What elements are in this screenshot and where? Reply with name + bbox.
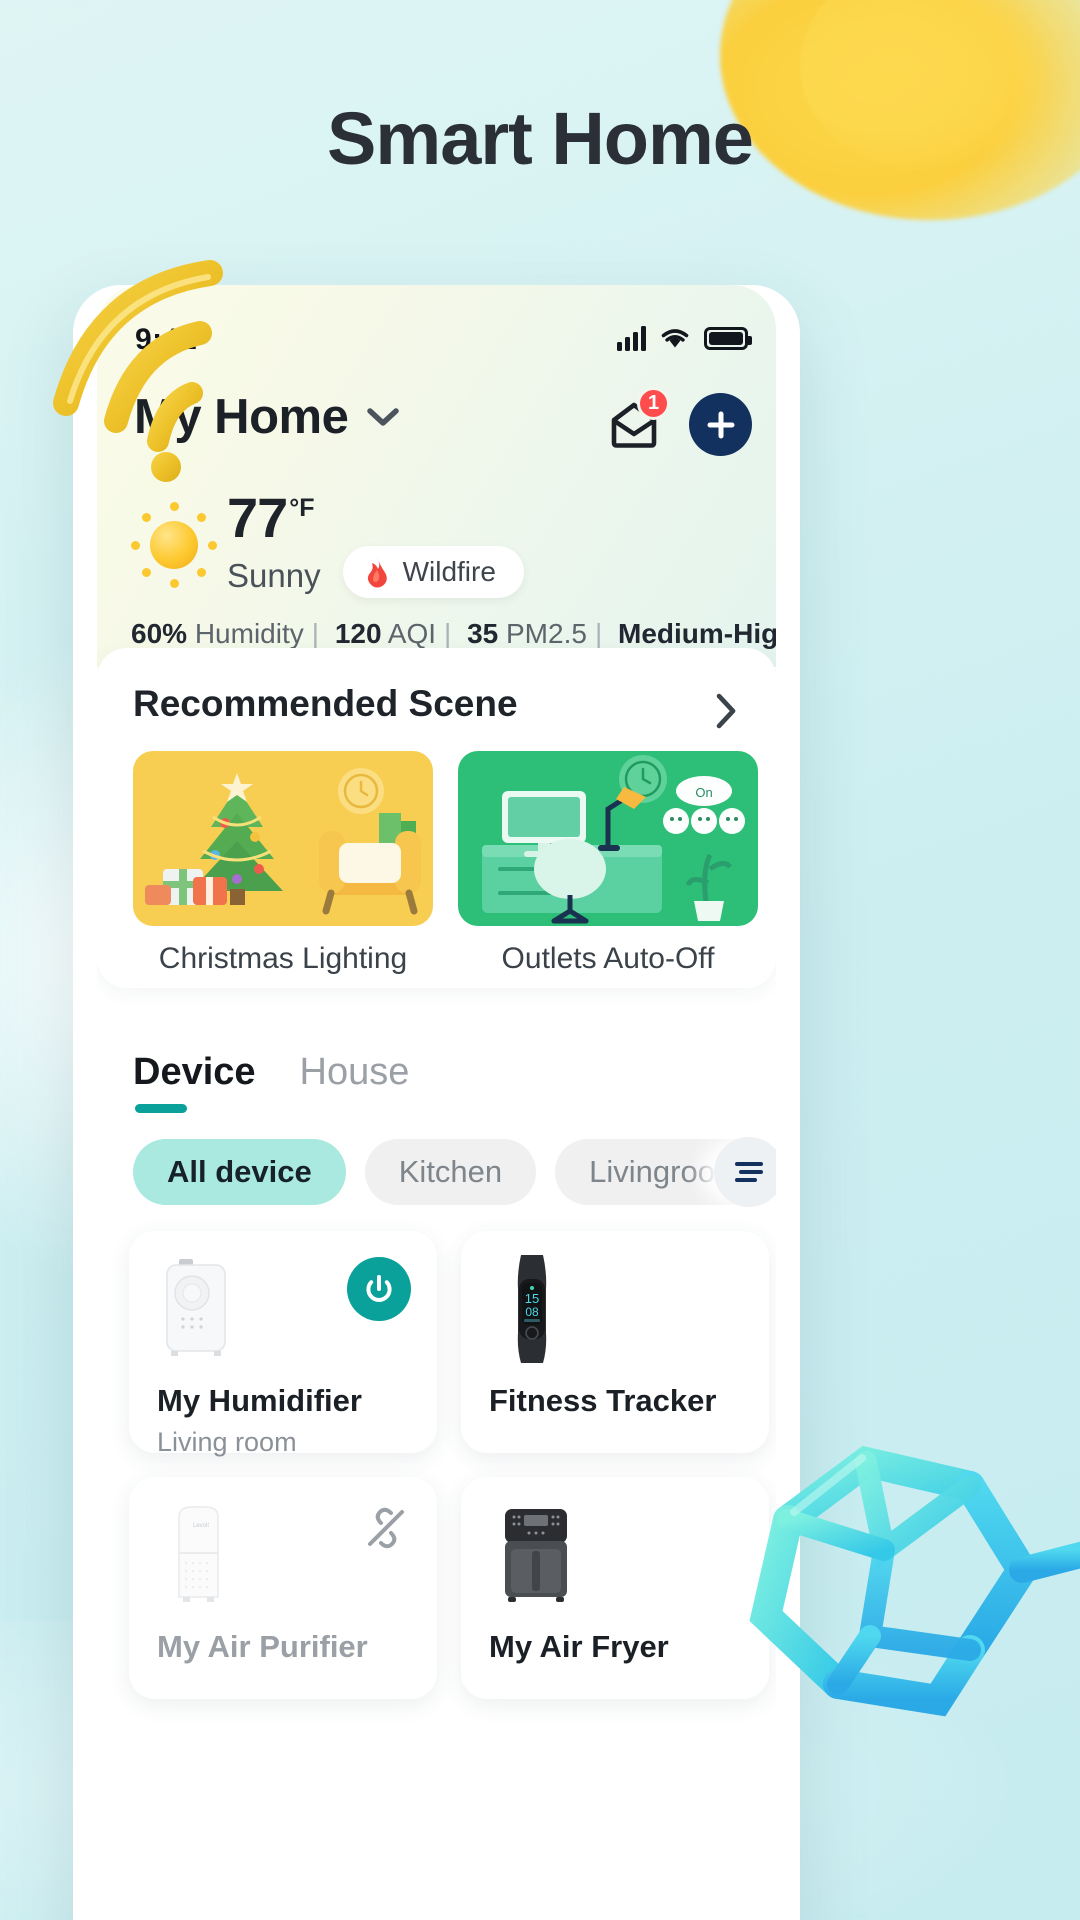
- stat-value-aqi: 120: [334, 618, 382, 649]
- link-broken-icon: [368, 1507, 404, 1549]
- chip-all-device[interactable]: All device: [133, 1139, 346, 1205]
- weather-alert-badge[interactable]: Wildfire: [342, 546, 524, 598]
- stat-value-pollen: Medium-High: [618, 618, 776, 649]
- device-card-air-purifier[interactable]: Levoit My Air Purifier: [129, 1477, 437, 1699]
- sun-icon: [131, 502, 217, 588]
- device-power-toggle[interactable]: [347, 1257, 411, 1321]
- svg-text:Levoit: Levoit: [193, 1523, 209, 1529]
- device-name: My Humidifier: [157, 1383, 362, 1418]
- device-panel: Device House All device Kitchen Livingro…: [97, 1009, 776, 1920]
- device-tabs: Device House: [133, 1051, 410, 1113]
- wifi-icon: [661, 328, 689, 347]
- status-bar: 9:41: [97, 323, 776, 363]
- device-name: My Air Fryer: [489, 1629, 669, 1664]
- svg-text:08: 08: [525, 1305, 539, 1319]
- scene-more-button[interactable]: [714, 692, 738, 735]
- air-fryer-image: [505, 1509, 567, 1602]
- scene-label-christmas: Christmas Lighting: [158, 942, 408, 975]
- cellular-signal-icon: [617, 325, 646, 351]
- device-card-humidifier[interactable]: My Humidifier Living room: [129, 1231, 437, 1457]
- air-quality-stats: 60% Humidity | 120 AQI | 35 PM2.5 | Medium-…: [131, 618, 776, 650]
- battery-full-icon: [704, 326, 752, 350]
- recommended-scene-title: Recommended Scene: [133, 683, 518, 724]
- filter-list-icon: [735, 1162, 763, 1182]
- room-filter-chips: All device Kitchen Livingroom: [133, 1139, 776, 1205]
- stat-label-humidity: Humidity: [194, 618, 304, 649]
- messages-badge: 1: [637, 386, 670, 420]
- status-icons: [617, 325, 752, 351]
- chevron-down-icon: [367, 408, 400, 426]
- home-name-label: My Home: [134, 390, 349, 444]
- phone-screen: 9:41 My Home 1 77 °F Sunny Wildfire 60% …: [97, 285, 776, 1920]
- scene-item-christmas[interactable]: Christmas Lighting: [133, 751, 433, 976]
- filter-button[interactable]: [714, 1137, 776, 1207]
- weather-main-row: 77 °F Sunny Wildfire: [131, 490, 524, 598]
- temperature-value: 77: [227, 486, 288, 549]
- app-header: My Home 1: [97, 385, 776, 475]
- header-actions: 1: [605, 386, 752, 456]
- flame-icon: [367, 557, 387, 588]
- scene-list: Christmas Lighting On Outlets Auto-Off: [133, 751, 758, 976]
- temperature-display: 77 °F: [227, 490, 524, 546]
- tab-house[interactable]: House: [300, 1051, 410, 1094]
- page-title: Smart Home: [327, 97, 754, 180]
- weather-alert-label: Wildfire: [402, 556, 496, 587]
- stat-label-aqi: AQI: [387, 618, 436, 649]
- messages-button[interactable]: 1: [605, 386, 670, 454]
- svg-text:15: 15: [525, 1291, 539, 1306]
- device-room: Living room: [157, 1427, 297, 1457]
- device-card-air-fryer[interactable]: My Air Fryer: [461, 1477, 769, 1699]
- temperature-unit: °F: [289, 494, 315, 522]
- status-time: 9:41: [135, 323, 198, 356]
- device-card-fitness-tracker[interactable]: 15 08 Fitness Tracker: [461, 1231, 769, 1453]
- stat-label-pm25: PM2.5: [506, 618, 587, 649]
- phone-mockup: 9:41 My Home 1 77 °F Sunny Wildfire 60% …: [73, 285, 800, 1920]
- add-device-button[interactable]: [689, 393, 752, 456]
- device-name: Fitness Tracker: [489, 1383, 717, 1418]
- stat-value-humidity: 60%: [131, 618, 188, 649]
- chevron-right-icon: [716, 693, 736, 729]
- device-name: My Air Purifier: [157, 1629, 368, 1664]
- scene-item-office[interactable]: On Outlets Auto-Off: [458, 751, 758, 976]
- stat-value-pm25: 35: [467, 618, 499, 649]
- air-purifier-image: Levoit: [178, 1506, 219, 1602]
- home-selector[interactable]: My Home: [134, 389, 400, 445]
- scene-label-office: Outlets Auto-Off: [501, 942, 715, 975]
- scene-thumb-christmas: [133, 751, 433, 926]
- device-grid: My Humidifier Living room 15 08 Fitness …: [129, 1231, 769, 1699]
- device-offline-indicator[interactable]: [363, 1505, 409, 1556]
- scene-thumb-office: On: [458, 751, 758, 926]
- plus-icon: [707, 411, 734, 438]
- weather-condition: Sunny: [227, 557, 321, 594]
- tab-device[interactable]: Device: [133, 1051, 256, 1113]
- chip-kitchen[interactable]: Kitchen: [364, 1139, 537, 1205]
- svg-text:On: On: [695, 785, 712, 800]
- power-icon: [366, 1275, 392, 1302]
- humidifier-image: [166, 1259, 226, 1356]
- recommended-scene-card: Recommended Scene Christmas Lighting On …: [97, 648, 776, 988]
- fitness-band-image: 15 08: [517, 1255, 547, 1363]
